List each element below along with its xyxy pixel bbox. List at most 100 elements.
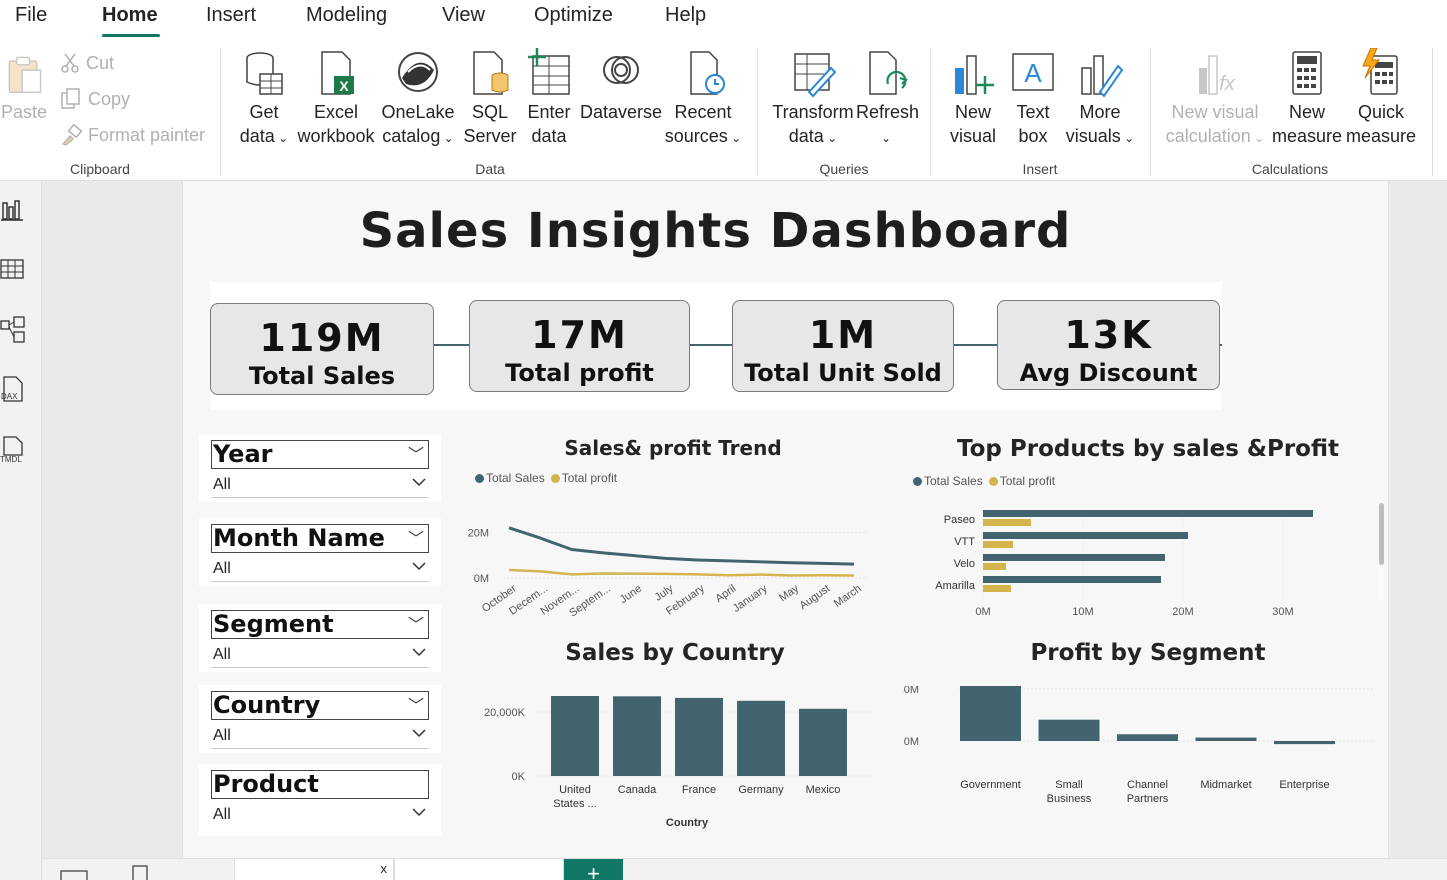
menu-file[interactable]: File	[15, 4, 47, 27]
enter-data-label-1: Enter	[527, 102, 571, 122]
menu-view[interactable]: View	[442, 4, 485, 27]
slicer-value[interactable]: All	[213, 806, 231, 824]
text-box-button[interactable]: A Text box	[1008, 48, 1058, 148]
chevron-down-icon[interactable]	[411, 558, 427, 574]
cut-button[interactable]: Cut	[60, 52, 114, 74]
slicer-header[interactable]: Segment ﹀	[211, 610, 429, 639]
kpi-card-avg-discount[interactable]: 13K Avg Discount	[997, 300, 1220, 390]
enter-data-button[interactable]: Enter data	[522, 48, 576, 148]
paste-label: Paste	[0, 102, 48, 122]
trend-line-chart[interactable]: 20M0MOctoberDecem...Novem...Septem... Jun…	[463, 506, 883, 636]
menu-home[interactable]: Home	[102, 4, 158, 27]
slicer-header[interactable]: Month Name ﹀	[211, 524, 429, 553]
scrollbar-thumb[interactable]	[1379, 503, 1384, 565]
kpi-value: 119M	[259, 316, 385, 360]
slicer-segment[interactable]: Segment ﹀ All	[199, 604, 441, 672]
table-view-icon[interactable]	[0, 255, 28, 285]
quick-measure-label-1: Quick	[1357, 102, 1404, 122]
database-table-icon	[246, 52, 283, 95]
menu-modeling[interactable]: Modeling	[306, 4, 387, 27]
ribbon-separator	[1432, 48, 1433, 176]
dax-query-view-icon[interactable]: DAX	[0, 375, 28, 405]
country-bar-chart[interactable]: 20,000K 0K United States ... Canada France Ger…	[463, 681, 883, 836]
paste-button[interactable]: Paste	[0, 48, 48, 124]
chevron-down-icon[interactable]: ﹀	[408, 441, 424, 468]
onelake-catalog-button[interactable]: OneLake catalog ⌄	[380, 48, 456, 150]
chart-scrollbar[interactable]	[1379, 501, 1384, 601]
menu-insert[interactable]: Insert	[206, 4, 256, 27]
chevron-down-icon[interactable]	[411, 725, 427, 741]
bar	[551, 696, 599, 776]
recent-sources-button[interactable]: Recent sources ⌄	[664, 48, 742, 150]
slicer-value[interactable]: All	[213, 476, 231, 494]
x-tick-label: United	[559, 784, 591, 796]
tmdl-view-icon[interactable]: TMDL	[0, 435, 28, 465]
slicer-year[interactable]: Year ﹀ All	[199, 434, 441, 502]
copy-button[interactable]: Copy	[60, 88, 130, 110]
slicer-month-name[interactable]: Month Name ﹀ All	[199, 518, 441, 586]
segment-bar-chart[interactable]: 10M 0M Government Small Business Channel Partn…	[903, 686, 1383, 836]
more-visuals-label-2: visuals	[1065, 126, 1121, 146]
sql-server-button[interactable]: SQL Server	[462, 48, 518, 148]
slicer-title: Country	[213, 691, 321, 719]
excel-workbook-button[interactable]: X Excel workbook	[296, 48, 376, 148]
chevron-down-icon: ⌄	[823, 131, 838, 145]
bar	[1038, 719, 1100, 741]
page-tab[interactable]: x	[234, 859, 394, 880]
chevron-down-icon: ⌄	[880, 131, 892, 145]
page-view-icon[interactable]	[60, 869, 90, 880]
active-tab-indicator	[102, 34, 160, 37]
page-tab[interactable]	[394, 859, 564, 880]
slicer-value[interactable]: All	[213, 646, 231, 664]
slicer-header[interactable]: Country ﹀	[211, 691, 429, 720]
kpi-card-total-profit[interactable]: 17M Total profit	[469, 300, 690, 392]
slicer-country[interactable]: Country ﹀ All	[199, 685, 441, 753]
new-measure-button[interactable]: New measure	[1272, 48, 1342, 148]
recent-label-1: Recent	[674, 102, 732, 122]
legend-item-sales[interactable]: Total Sales	[913, 474, 983, 488]
cut-label: Cut	[86, 52, 115, 73]
excel-label-1: Excel	[313, 102, 358, 122]
chevron-down-icon[interactable]: ﹀	[408, 525, 424, 552]
menu-optimize[interactable]: Optimize	[534, 4, 613, 27]
close-icon[interactable]: x	[381, 861, 388, 876]
slicer-product[interactable]: Product All	[199, 764, 441, 836]
slicer-header[interactable]: Product	[211, 770, 429, 799]
legend-item-profit[interactable]: Total profit	[988, 474, 1055, 488]
kpi-card-total-sales[interactable]: 119M Total Sales	[210, 303, 434, 395]
kpi-card-total-units[interactable]: 1M Total Unit Sold	[732, 300, 954, 392]
slicer-divider	[211, 667, 429, 668]
model-view-icon[interactable]	[0, 315, 28, 345]
dataverse-button[interactable]: Dataverse	[580, 48, 662, 124]
new-visual-calculation-button[interactable]: fx New visual calculation ⌄	[1162, 48, 1268, 150]
legend-item-profit[interactable]: Total profit	[550, 471, 617, 485]
y-tick-label: VTT	[954, 536, 975, 548]
add-page-button[interactable]: +	[564, 859, 623, 880]
legend-item-sales[interactable]: Total Sales	[475, 471, 545, 485]
chevron-down-icon[interactable]: ﹀	[408, 692, 424, 719]
chevron-down-icon[interactable]: ﹀	[408, 611, 424, 638]
report-view-icon[interactable]	[0, 195, 28, 225]
chevron-down-icon[interactable]	[411, 804, 427, 820]
menu-help[interactable]: Help	[665, 4, 706, 27]
y-tick-label: Amarilla	[935, 580, 976, 592]
get-data-button[interactable]: Get data ⌄	[234, 48, 294, 150]
slicer-value[interactable]: All	[213, 560, 231, 578]
quick-measure-button[interactable]: Quick measure	[1346, 48, 1416, 148]
chevron-down-icon[interactable]	[411, 644, 427, 660]
chevron-down-icon: ⌄	[440, 131, 454, 145]
menu-bar: File Home Insert Modeling View Optimize …	[0, 0, 1447, 44]
more-visuals-button[interactable]: More visuals ⌄	[1062, 48, 1138, 150]
slicer-header[interactable]: Year ﹀	[211, 440, 429, 469]
transform-data-button[interactable]: Transform data ⌄	[770, 48, 856, 150]
get-data-label-2: data	[239, 126, 275, 146]
x-tick-label: Small	[1055, 779, 1083, 791]
products-bar-chart[interactable]: 0M 10M 20M 30M Paseo VTT Velo Amarilla	[913, 501, 1383, 621]
page-size-icon[interactable]	[130, 865, 152, 880]
format-painter-button[interactable]: Format painter	[60, 124, 205, 146]
refresh-button[interactable]: Refresh ⌄	[856, 48, 919, 150]
new-visual-button[interactable]: New visual	[946, 48, 1000, 148]
bar	[1274, 741, 1335, 745]
slicer-value[interactable]: All	[213, 727, 231, 745]
chevron-down-icon[interactable]	[411, 474, 427, 490]
